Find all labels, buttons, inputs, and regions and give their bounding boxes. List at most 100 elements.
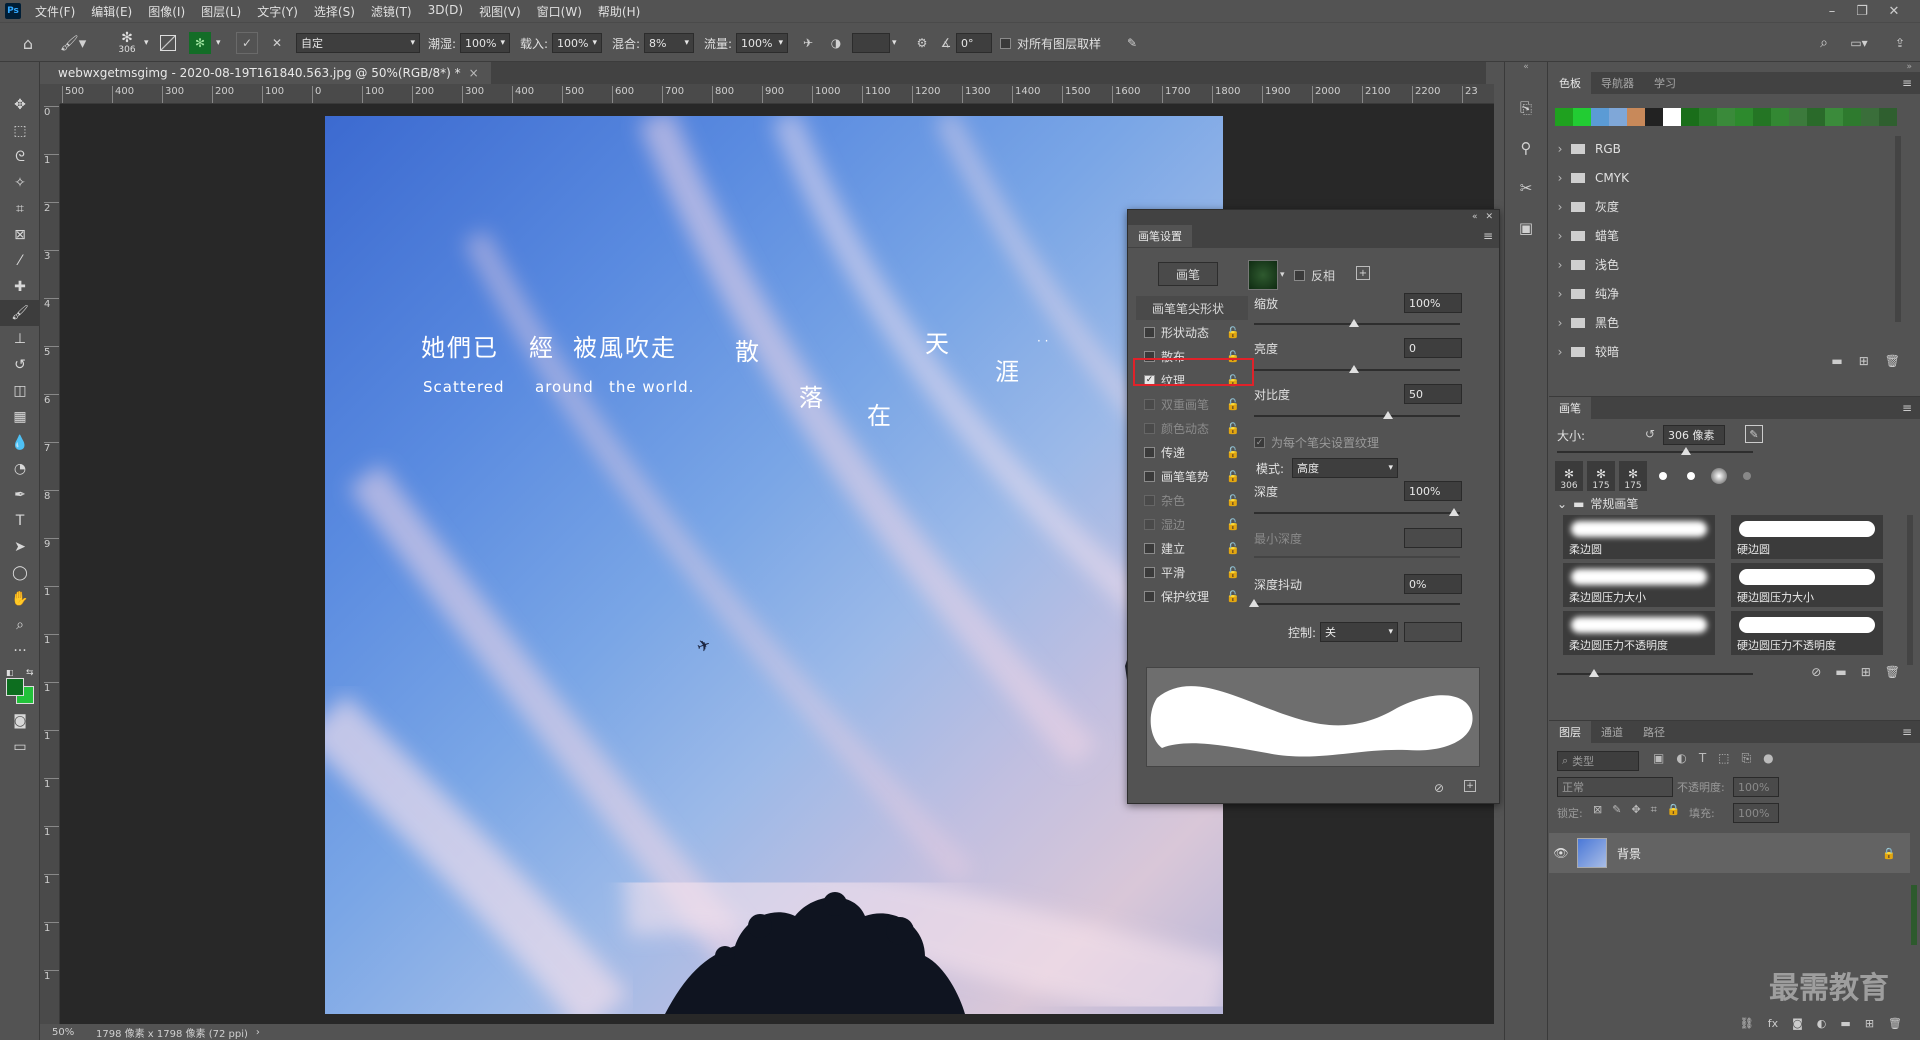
color-swatch[interactable] bbox=[1753, 108, 1771, 126]
delete-swatch-icon[interactable]: 🗑 bbox=[1885, 354, 1900, 368]
contrast-field[interactable]: 50 bbox=[1404, 384, 1462, 404]
foreground-color-swatch[interactable] bbox=[6, 678, 24, 696]
history-panel-icon[interactable]: ⎘ bbox=[1505, 88, 1547, 128]
sample-all-layers[interactable]: 对所有图层取样 bbox=[1000, 23, 1101, 63]
brushes-button[interactable]: 画笔 bbox=[1158, 262, 1218, 286]
contrast-slider[interactable] bbox=[1254, 415, 1460, 417]
depth-jitter-slider-thumb[interactable] bbox=[1249, 599, 1259, 607]
edit-brush-icon[interactable]: ✎ bbox=[1745, 425, 1763, 443]
brightness-field[interactable]: 0 bbox=[1404, 338, 1462, 358]
brush-preset-picker[interactable]: ✻ 306 bbox=[112, 23, 142, 63]
brush-group-general[interactable]: ⌄ ▬ 常规画笔 bbox=[1557, 495, 1638, 512]
menu-item-0[interactable]: 文件(F) bbox=[27, 3, 83, 20]
close-window-button[interactable]: ✕ bbox=[1880, 0, 1908, 22]
brush-preset-dropdown-icon[interactable]: ▾ bbox=[144, 23, 149, 63]
brush-preset[interactable]: 柔边圆压力大小 bbox=[1563, 563, 1715, 607]
new-group-icon[interactable]: ▬ bbox=[1831, 354, 1842, 368]
brush-preset[interactable]: 硬边圆压力不透明度 bbox=[1731, 611, 1883, 655]
swatch-folder[interactable]: › 纯净 bbox=[1549, 279, 1909, 308]
menu-item-6[interactable]: 滤镜(T) bbox=[363, 3, 420, 20]
layers-scrollbar[interactable] bbox=[1911, 885, 1917, 945]
horizontal-ruler[interactable]: 500 400 300 200 100 0 100 200 300 400 500 600 700 800… bbox=[60, 84, 1494, 104]
lock-icon[interactable]: 🔓 bbox=[1226, 566, 1240, 579]
new-group-icon[interactable]: ▬ bbox=[1840, 1017, 1850, 1030]
close-tab-icon[interactable]: × bbox=[469, 66, 479, 80]
marquee-tool-icon[interactable]: ⬚ bbox=[0, 118, 40, 144]
brush-option-checkbox[interactable] bbox=[1144, 494, 1155, 506]
crop-tool-icon[interactable]: ⌗ bbox=[0, 196, 40, 222]
depth-field[interactable]: 100% bbox=[1404, 481, 1462, 501]
eraser-tool-icon[interactable]: ◫ bbox=[0, 378, 40, 404]
link-layers-icon[interactable]: ⛓ bbox=[1740, 1017, 1754, 1030]
pattern-dropdown-icon[interactable]: ▾ bbox=[1280, 270, 1285, 280]
lock-icon[interactable]: 🔓 bbox=[1226, 494, 1240, 507]
collapse-right-icon[interactable]: » bbox=[1549, 62, 1920, 72]
smoothing-icon[interactable]: ◑ bbox=[826, 23, 846, 63]
angle-field[interactable]: 0° bbox=[956, 33, 992, 53]
each-tip-checkbox[interactable]: ✓ bbox=[1254, 437, 1265, 448]
brush-option-11[interactable]: 保护纹理 🔓 bbox=[1136, 584, 1248, 608]
color-swatch[interactable] bbox=[1771, 108, 1789, 126]
brush-option-4[interactable]: 颜色动态 🔓 bbox=[1136, 416, 1248, 440]
depth-slider[interactable] bbox=[1254, 512, 1460, 514]
brush-size-slider[interactable] bbox=[1557, 451, 1753, 453]
clean-brush-after-stroke-icon[interactable]: ✕ bbox=[266, 23, 288, 63]
history-brush-tool-icon[interactable]: ↺ bbox=[0, 352, 40, 378]
sky-photo[interactable]: 她們已 經 被風吹走 Scattered around the world. 散… bbox=[325, 116, 1223, 1014]
swatch-folder[interactable]: › 蜡笔 bbox=[1549, 221, 1909, 250]
brush-option-checkbox[interactable] bbox=[1144, 422, 1155, 434]
swatch-folder[interactable]: › 浅色 bbox=[1549, 250, 1909, 279]
brush-option-checkbox[interactable] bbox=[1144, 326, 1155, 338]
brush-option-7[interactable]: 杂色 🔓 bbox=[1136, 488, 1248, 512]
screen-mode-icon[interactable]: ▭ bbox=[0, 734, 40, 760]
new-brush-icon[interactable]: ⊞ bbox=[1861, 665, 1871, 679]
brightness-slider-thumb[interactable] bbox=[1349, 365, 1359, 373]
document-tab[interactable]: webwxgetmsgimg - 2020-08-19T161840.563.j… bbox=[46, 62, 491, 84]
zoom-level[interactable]: 50% bbox=[52, 1027, 92, 1038]
properties-panel-icon[interactable]: ▣ bbox=[1505, 208, 1547, 248]
brush-option-8[interactable]: 湿边 🔓 bbox=[1136, 512, 1248, 536]
brush-option-6[interactable]: 画笔笔势 🔓 bbox=[1136, 464, 1248, 488]
recent-brush-thumb[interactable] bbox=[1651, 461, 1675, 491]
recent-brush-thumb[interactable]: ✻ 175 bbox=[1587, 461, 1615, 491]
menu-item-5[interactable]: 选择(S) bbox=[306, 3, 363, 20]
menu-item-9[interactable]: 窗口(W) bbox=[529, 3, 590, 20]
color-swatch[interactable] bbox=[1825, 108, 1843, 126]
color-swatch[interactable] bbox=[1861, 108, 1879, 126]
brush-option-10[interactable]: 平滑 🔓 bbox=[1136, 560, 1248, 584]
preview-size-slider[interactable] bbox=[1557, 673, 1753, 675]
recent-brush-thumb[interactable] bbox=[1679, 461, 1703, 491]
color-swatch[interactable] bbox=[1681, 108, 1699, 126]
brush-option-checkbox[interactable] bbox=[1144, 518, 1155, 530]
reset-size-icon[interactable]: ↺ bbox=[1645, 427, 1655, 441]
color-swatch[interactable] bbox=[1573, 108, 1591, 126]
lock-icon[interactable]: 🔓 bbox=[1226, 590, 1240, 603]
tab-brush-settings[interactable]: 画笔设置 bbox=[1128, 225, 1192, 247]
toggle-brush-preview-icon[interactable]: ⊘ bbox=[1811, 665, 1821, 679]
brush-preset[interactable]: 硬边圆 bbox=[1731, 515, 1883, 559]
color-swatch[interactable] bbox=[1591, 108, 1609, 126]
dodge-tool-icon[interactable]: ◔ bbox=[0, 456, 40, 482]
recent-brush-thumb[interactable] bbox=[1707, 461, 1731, 491]
lock-icon[interactable]: 🔓 bbox=[1226, 542, 1240, 555]
flow-field[interactable]: 100% ▾ bbox=[736, 33, 788, 53]
filter-shape-icon[interactable]: ⬚ bbox=[1718, 751, 1729, 766]
invert-option[interactable]: 反相 bbox=[1294, 267, 1335, 284]
hand-tool-icon[interactable]: ✋ bbox=[0, 586, 40, 612]
ruler-origin[interactable] bbox=[40, 84, 60, 104]
menu-item-10[interactable]: 帮助(H) bbox=[590, 3, 648, 20]
fx-icon[interactable]: fx bbox=[1768, 1017, 1778, 1030]
brush-preset[interactable]: 柔边圆压力不透明度 bbox=[1563, 611, 1715, 655]
opacity-field[interactable]: 100% bbox=[1733, 777, 1779, 797]
panel-menu-icon[interactable]: ≡ bbox=[1902, 76, 1912, 90]
delete-brush-icon[interactable]: 🗑 bbox=[1885, 665, 1900, 679]
swatch-folder[interactable]: › RGB bbox=[1549, 134, 1909, 163]
recent-brush-thumb[interactable]: ✻ 175 bbox=[1619, 461, 1647, 491]
recent-brush-thumb[interactable]: ✻ 306 bbox=[1555, 461, 1583, 491]
pressure-size-icon[interactable]: ✎ bbox=[1122, 23, 1142, 63]
tab-layers-2[interactable]: 路径 bbox=[1633, 721, 1675, 743]
default-colors-icon[interactable]: ◧ bbox=[6, 668, 14, 677]
create-new-brush-icon[interactable]: + bbox=[1464, 780, 1476, 792]
filter-pixel-icon[interactable]: ▣ bbox=[1653, 751, 1664, 766]
color-swatch[interactable] bbox=[1699, 108, 1717, 126]
